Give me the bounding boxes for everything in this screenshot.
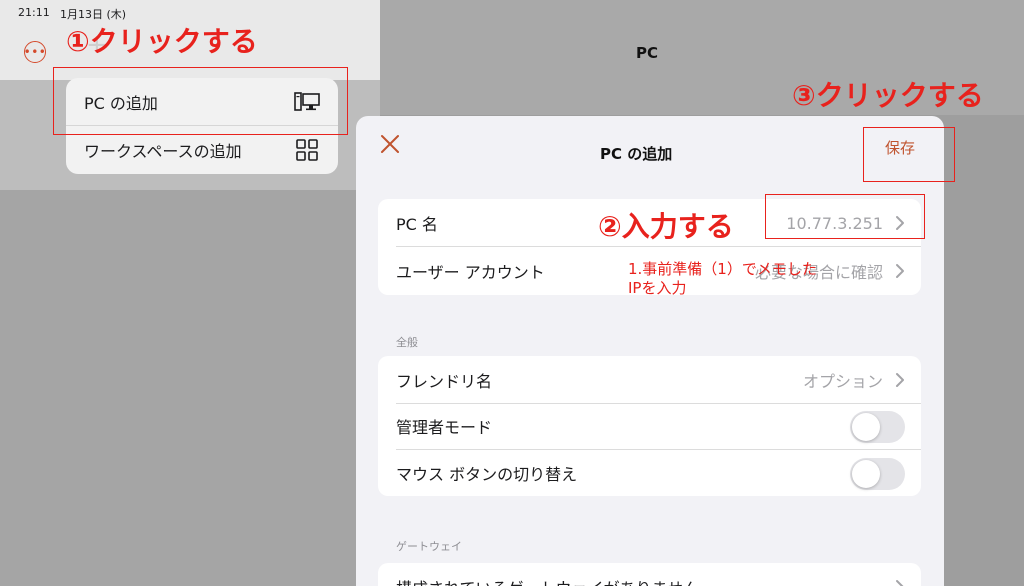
annotation-step3: ③クリックする	[792, 79, 984, 112]
admin-mode-toggle[interactable]	[850, 411, 905, 443]
row-label: マウス ボタンの切り替え	[396, 465, 578, 484]
annotation-box-step1	[53, 67, 348, 135]
gateway-row[interactable]: 構成されているゲートウェイがありません	[378, 563, 921, 586]
friendly-name-row[interactable]: フレンドリ名 オプション	[378, 356, 921, 404]
close-button[interactable]	[379, 133, 401, 155]
admin-mode-row: 管理者モード	[378, 402, 921, 450]
friendly-name-value: オプション	[802, 372, 883, 391]
chevron-right-icon	[896, 264, 904, 278]
close-icon	[381, 135, 399, 153]
swap-mouse-buttons-toggle[interactable]	[850, 458, 905, 490]
annotation-box-step2	[765, 194, 925, 239]
sheet-title: PC の追加	[600, 145, 673, 163]
annotation-box-step3	[863, 127, 955, 182]
section-label-gateway: ゲートウェイ	[396, 540, 462, 553]
section-label-general: 全般	[396, 336, 418, 349]
ellipsis-icon: •••	[23, 45, 47, 59]
grid-icon	[294, 138, 320, 162]
row-label: 管理者モード	[396, 418, 493, 437]
gateway-group: 構成されているゲートウェイがありません	[378, 563, 921, 586]
row-label: フレンドリ名	[396, 372, 493, 391]
annotation-note-line2: IPを入力	[628, 279, 687, 297]
more-options-button[interactable]: •••	[24, 41, 46, 63]
row-label: 構成されているゲートウェイがありません	[396, 575, 699, 586]
status-time: 21:11	[18, 6, 50, 19]
row-label: ユーザー アカウント	[396, 263, 545, 282]
annotation-step1: ①クリックする	[66, 25, 258, 58]
page-title: PC	[636, 44, 659, 62]
annotation-note: 1.事前準備（1）でメモした IPを入力	[628, 260, 878, 298]
annotation-step2: ②入力する	[598, 210, 734, 243]
swap-mouse-buttons-row: マウス ボタンの切り替え	[378, 449, 921, 496]
chevron-right-icon	[896, 580, 904, 586]
add-pc-sheet	[356, 116, 944, 586]
chevron-right-icon	[896, 373, 904, 387]
annotation-note-line1: 1.事前準備（1）でメモした	[628, 260, 817, 278]
general-settings-group: フレンドリ名 オプション 管理者モード マウス ボタンの切り替え	[378, 356, 921, 496]
menu-item-label: ワークスペースの追加	[84, 142, 242, 161]
row-label: PC 名	[396, 215, 438, 234]
